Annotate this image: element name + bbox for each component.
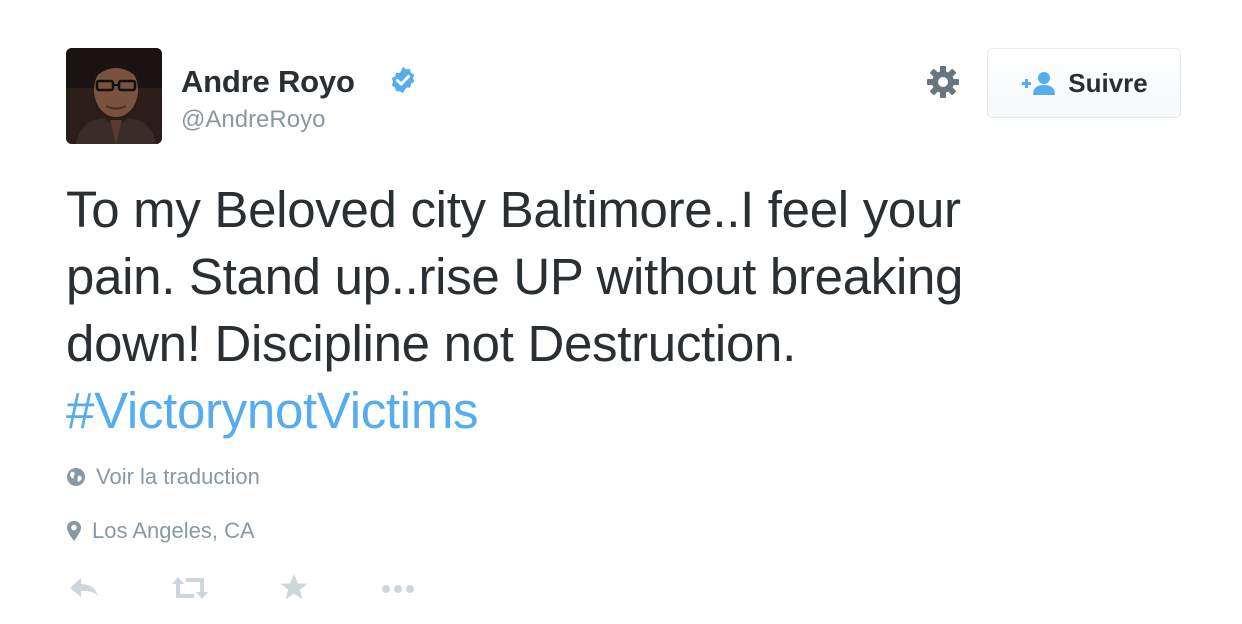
follow-button[interactable]: Suivre (987, 48, 1181, 118)
translate-link[interactable]: Voir la traduction (66, 464, 260, 490)
tweet-text-line: pain. Stand up..rise UP without breaking (66, 248, 964, 305)
location-pin-icon (67, 521, 81, 541)
verified-badge-icon (391, 66, 415, 94)
avatar[interactable] (66, 48, 162, 144)
tweet-location[interactable]: Los Angeles, CA (66, 518, 255, 544)
globe-icon (67, 468, 85, 486)
reply-icon[interactable] (66, 568, 102, 608)
retweet-icon[interactable] (170, 568, 210, 608)
tweet-text-line: down! Discipline not Destruction. (66, 315, 796, 372)
more-icon[interactable] (378, 568, 422, 608)
hashtag-link[interactable]: #VictorynotVictims (66, 377, 479, 444)
favorite-star-icon[interactable] (276, 568, 312, 608)
tweet-text: To my Beloved city Baltimore..I feel you… (66, 176, 1166, 444)
author-name[interactable]: Andre Royo (181, 64, 355, 100)
gear-icon[interactable] (925, 64, 961, 100)
translate-link-label: Voir la traduction (96, 464, 260, 489)
tweet-text-line: To my Beloved city Baltimore..I feel you… (66, 181, 961, 238)
location-label: Los Angeles, CA (92, 518, 255, 543)
add-user-icon (1022, 72, 1056, 95)
follow-button-label: Suivre (1068, 67, 1148, 98)
avatar-photo (66, 48, 162, 144)
author-handle[interactable]: @AndreRoyo (181, 106, 325, 134)
